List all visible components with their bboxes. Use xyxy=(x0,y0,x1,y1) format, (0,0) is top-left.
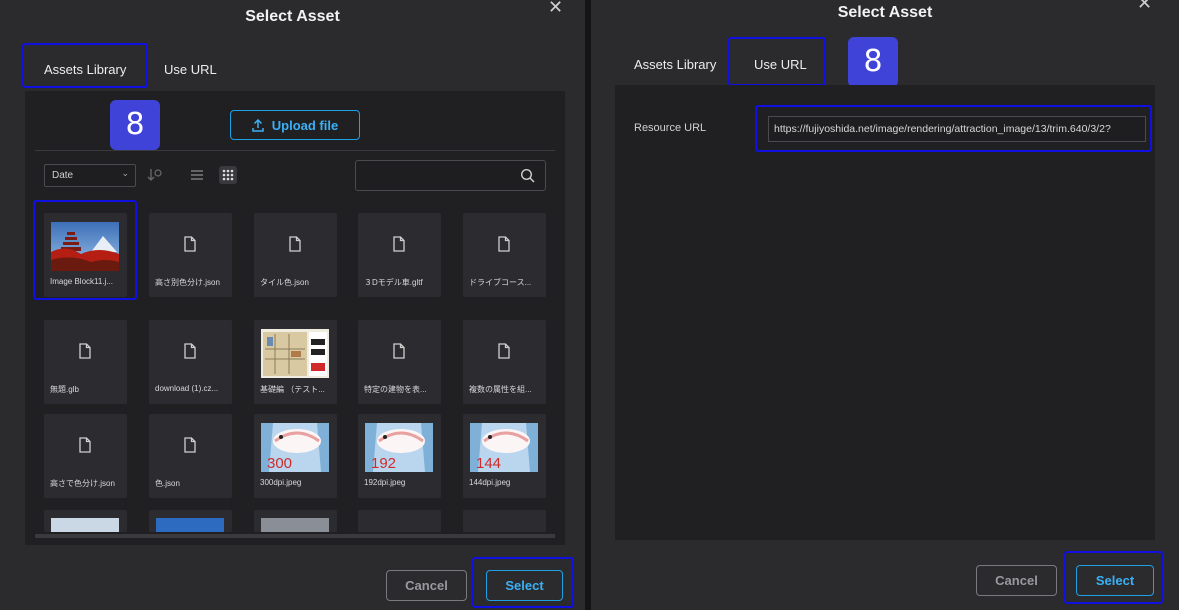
asset-card[interactable] xyxy=(149,510,232,532)
list-view-icon[interactable] xyxy=(188,166,206,184)
asset-label: 複数の属性を組... xyxy=(469,385,532,394)
asset-label: 144dpi.jpeg xyxy=(469,478,511,487)
file-icon xyxy=(184,236,196,252)
asset-label: タイル色.json xyxy=(260,278,309,287)
asset-label: 色.json xyxy=(155,479,180,488)
asset-thumbnail: 192 xyxy=(365,423,433,472)
file-icon xyxy=(498,343,510,359)
asset-card[interactable]: 高さで色分け.json xyxy=(44,414,127,498)
grid-view-icon[interactable] xyxy=(219,166,237,184)
asset-card[interactable] xyxy=(44,510,127,532)
divider-line xyxy=(35,150,555,151)
asset-label: 高さ別色分け.json xyxy=(155,278,220,287)
search-icon xyxy=(520,168,535,183)
dialog-title: Select Asset xyxy=(837,4,933,21)
file-icon xyxy=(393,343,405,359)
chevron-down-icon: ⌄ xyxy=(121,168,129,178)
asset-card[interactable] xyxy=(254,510,337,532)
cancel-button[interactable]: Cancel xyxy=(386,570,467,601)
highlight-box xyxy=(728,37,826,86)
upload-file-button[interactable]: Upload file xyxy=(230,110,360,140)
asset-label: 特定の建物を表... xyxy=(364,385,427,394)
asset-thumbnail xyxy=(156,518,224,532)
resource-url-label: Resource URL xyxy=(634,122,707,134)
asset-label: 高さで色分け.json xyxy=(50,479,115,488)
file-icon xyxy=(393,236,405,252)
cancel-button[interactable]: Cancel xyxy=(976,565,1057,596)
asset-card[interactable]: 192 192dpi.jpeg xyxy=(358,414,441,498)
asset-thumbnail xyxy=(51,518,119,532)
asset-thumbnail xyxy=(261,518,329,532)
file-icon xyxy=(184,437,196,453)
asset-label: 300dpi.jpeg xyxy=(260,478,302,487)
file-icon xyxy=(184,343,196,359)
sort-order-icon[interactable] xyxy=(146,166,164,184)
asset-card[interactable]: タイル色.json xyxy=(254,213,337,297)
asset-card[interactable]: download (1).cz... xyxy=(149,320,232,404)
search-input[interactable] xyxy=(355,160,546,191)
select-asset-dialog-library: Select Asset ✕ Assets Library Use URL 8 … xyxy=(0,0,585,610)
horizontal-scrollbar[interactable] xyxy=(35,534,555,538)
file-icon xyxy=(79,343,91,359)
tab-use-url[interactable]: Use URL xyxy=(164,62,217,77)
tab-assets-library[interactable]: Assets Library xyxy=(634,57,716,72)
asset-label: ３Dモデル車.gltf xyxy=(364,278,423,287)
asset-label: 192dpi.jpeg xyxy=(364,478,406,487)
step-badge: 8 xyxy=(848,37,898,87)
asset-card[interactable]: ドライブコース... xyxy=(463,213,546,297)
close-icon[interactable]: ✕ xyxy=(548,0,563,18)
dialog-title: Select Asset xyxy=(245,8,340,25)
asset-label: 無題.glb xyxy=(50,385,79,394)
upload-icon xyxy=(252,118,264,132)
asset-card[interactable]: 基礎編 （テスト... xyxy=(254,320,337,404)
file-icon xyxy=(289,236,301,252)
thumbnail-number: 300 xyxy=(267,455,292,472)
highlight-box xyxy=(755,105,1152,152)
file-icon xyxy=(498,236,510,252)
step-badge: 8 xyxy=(110,100,160,150)
thumbnail-number: 144 xyxy=(476,455,501,472)
asset-card[interactable]: 300 300dpi.jpeg xyxy=(254,414,337,498)
asset-label: 基礎編 （テスト... xyxy=(260,385,325,394)
asset-card[interactable]: 高さ別色分け.json xyxy=(149,213,232,297)
use-url-content xyxy=(615,85,1155,540)
asset-card[interactable]: 複数の属性を組... xyxy=(463,320,546,404)
asset-label: download (1).cz... xyxy=(155,384,219,393)
asset-card[interactable] xyxy=(358,510,441,532)
highlight-box xyxy=(33,200,137,300)
asset-thumbnail xyxy=(261,329,329,378)
asset-card[interactable]: ３Dモデル車.gltf xyxy=(358,213,441,297)
asset-thumbnail: 300 xyxy=(261,423,329,472)
select-asset-dialog-url: Select Asset ✕ Assets Library Use URL 8 xyxy=(591,0,1179,610)
asset-card[interactable] xyxy=(463,510,546,532)
file-icon xyxy=(79,437,91,453)
asset-card[interactable]: 144 144dpi.jpeg xyxy=(463,414,546,498)
highlight-box xyxy=(1064,551,1163,604)
close-icon[interactable]: ✕ xyxy=(1137,0,1152,14)
sort-by-select[interactable]: Date ⌄ xyxy=(44,164,136,187)
sort-by-value: Date xyxy=(52,170,74,181)
asset-card[interactable]: 特定の建物を表... xyxy=(358,320,441,404)
asset-card[interactable]: 色.json xyxy=(149,414,232,498)
asset-card[interactable]: 無題.glb xyxy=(44,320,127,404)
highlight-box xyxy=(22,43,148,88)
asset-thumbnail: 144 xyxy=(470,423,538,472)
thumbnail-number: 192 xyxy=(371,455,396,472)
upload-file-label: Upload file xyxy=(271,117,339,133)
asset-label: ドライブコース... xyxy=(469,278,532,287)
highlight-box xyxy=(472,557,574,608)
